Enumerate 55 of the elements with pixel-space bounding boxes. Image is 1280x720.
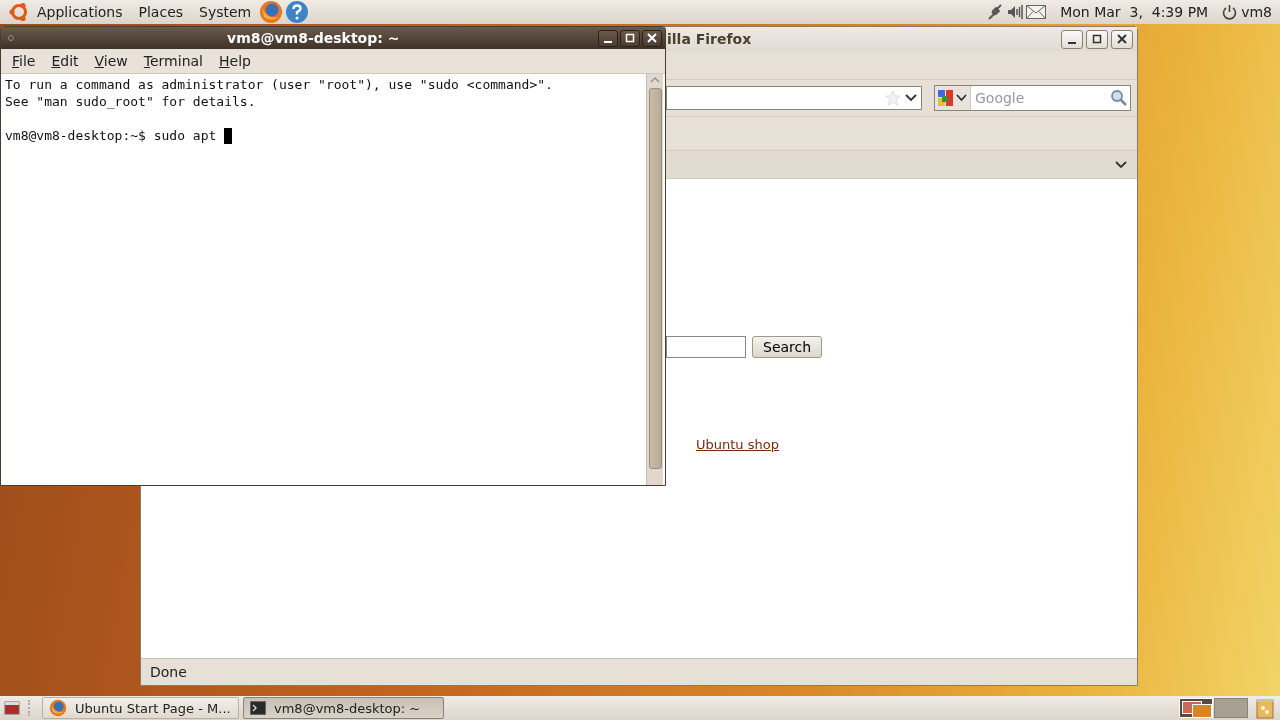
terminal-line: See "man sudo_root" for details.	[5, 93, 257, 110]
menu-item[interactable]: Help	[211, 53, 259, 69]
prompt-line: vm8@vm8-desktop:~$ sudo apt	[5, 127, 218, 144]
dropdown-icon[interactable]	[905, 94, 917, 102]
minimize-button[interactable]	[598, 29, 618, 47]
window-title: illa Firefox	[667, 31, 752, 47]
taskbar-button[interactable]: Ubuntu Start Page - M...	[42, 697, 239, 719]
mail-icon[interactable]	[1026, 5, 1047, 19]
window-menu-icon[interactable]	[7, 34, 15, 42]
menu-item[interactable]: Edit	[43, 53, 87, 69]
network-icon[interactable]	[986, 3, 1005, 21]
search-icon[interactable]	[1110, 89, 1128, 107]
firefox-icon[interactable]	[259, 0, 284, 24]
shop-link[interactable]: Ubuntu shop	[696, 437, 779, 452]
menu-item[interactable]: Terminal	[135, 53, 211, 69]
panel-menu[interactable]: Places	[138, 4, 184, 20]
menu-item[interactable]: File	[4, 53, 44, 69]
power-icon[interactable]	[1222, 4, 1238, 20]
search-engine-icon	[938, 90, 954, 106]
ubuntu-logo-icon[interactable]	[8, 1, 30, 23]
show-desktop-icon[interactable]	[4, 700, 20, 716]
close-button[interactable]	[1111, 29, 1133, 49]
volume-icon[interactable]	[1006, 3, 1025, 21]
status-text: Done	[150, 664, 187, 680]
clock[interactable]: Mon Mar 3, 4:39 PM	[1060, 4, 1209, 20]
close-button[interactable]	[642, 29, 662, 47]
scrollbar[interactable]	[646, 74, 663, 485]
maximize-icon	[1092, 34, 1102, 44]
panel-menu[interactable]: System	[199, 4, 252, 20]
window-title: vm8@vm8-desktop: ~	[227, 30, 400, 46]
help-icon[interactable]	[285, 0, 310, 24]
search-engine-button[interactable]	[935, 86, 971, 110]
search-button[interactable]: Search	[752, 336, 823, 358]
minimize-button[interactable]	[1061, 29, 1083, 49]
close-icon	[1117, 34, 1127, 44]
maximize-icon	[625, 33, 635, 43]
close-icon	[647, 33, 657, 43]
terminal-icon	[250, 701, 266, 715]
search-input[interactable]	[666, 336, 746, 358]
firefox-icon	[49, 699, 67, 717]
panel-menu[interactable]: Applications	[37, 4, 123, 20]
text-cursor	[224, 127, 233, 144]
address-field[interactable]	[666, 86, 922, 110]
terminal-line: To run a command as administrator (user "root"), use "sudo <command>".	[5, 76, 554, 93]
minimize-icon	[604, 40, 612, 43]
menu-item[interactable]: View	[86, 53, 136, 69]
maximize-button[interactable]	[1086, 29, 1108, 49]
search-field[interactable]: Google	[934, 85, 1131, 111]
chevron-icon[interactable]	[1115, 160, 1127, 169]
user-name[interactable]: vm8	[1241, 4, 1272, 20]
minimize-icon	[1068, 41, 1076, 44]
star-icon[interactable]	[885, 90, 901, 106]
dropdown-icon	[956, 94, 967, 102]
taskbar-button[interactable]: vm8@vm8-desktop: ~	[243, 697, 444, 719]
maximize-button[interactable]	[620, 29, 640, 47]
